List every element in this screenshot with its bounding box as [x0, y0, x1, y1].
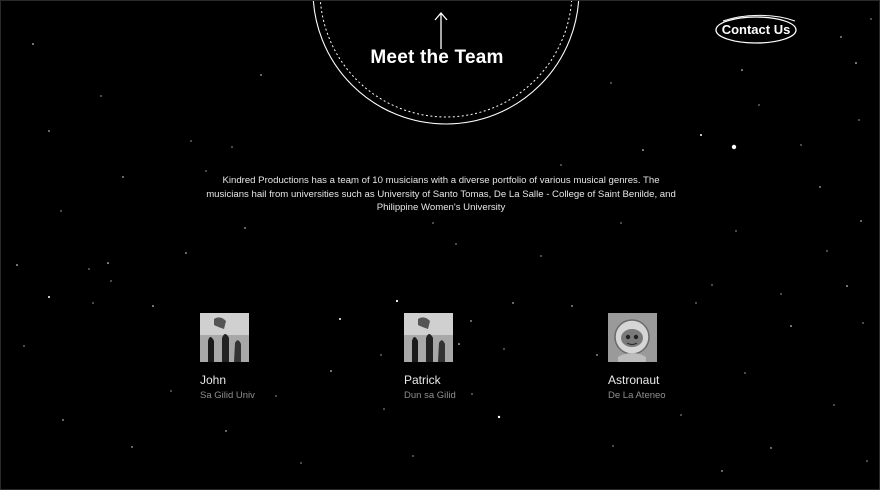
contact-us-label: Contact Us — [721, 22, 791, 37]
figure-photo-icon — [404, 313, 453, 362]
member-name: Astronaut — [608, 373, 660, 387]
team-member-card[interactable]: Patrick Dun sa Gilid — [404, 313, 564, 401]
page-frame: Meet the Team Contact Us Kindred Product… — [0, 0, 880, 490]
member-avatar — [608, 313, 657, 362]
figure-photo-icon — [200, 313, 249, 362]
member-school: Dun sa Gilid — [404, 390, 456, 401]
member-name: Patrick — [404, 373, 441, 387]
member-school: Sa Gilid Univ — [200, 390, 255, 401]
team-member-card[interactable]: Astronaut De La Ateneo — [608, 313, 768, 401]
member-avatar — [200, 313, 249, 362]
team-intro-text: Kindred Productions has a team of 10 mus… — [206, 175, 676, 213]
contact-us-button[interactable]: Contact Us — [713, 13, 801, 47]
member-avatar — [404, 313, 453, 362]
member-school: De La Ateneo — [608, 390, 666, 401]
team-member-card[interactable]: John Sa Gilid Univ — [200, 313, 360, 401]
astronaut-photo-icon — [608, 313, 657, 362]
page-title: Meet the Team — [370, 47, 504, 68]
member-name: John — [200, 373, 227, 387]
